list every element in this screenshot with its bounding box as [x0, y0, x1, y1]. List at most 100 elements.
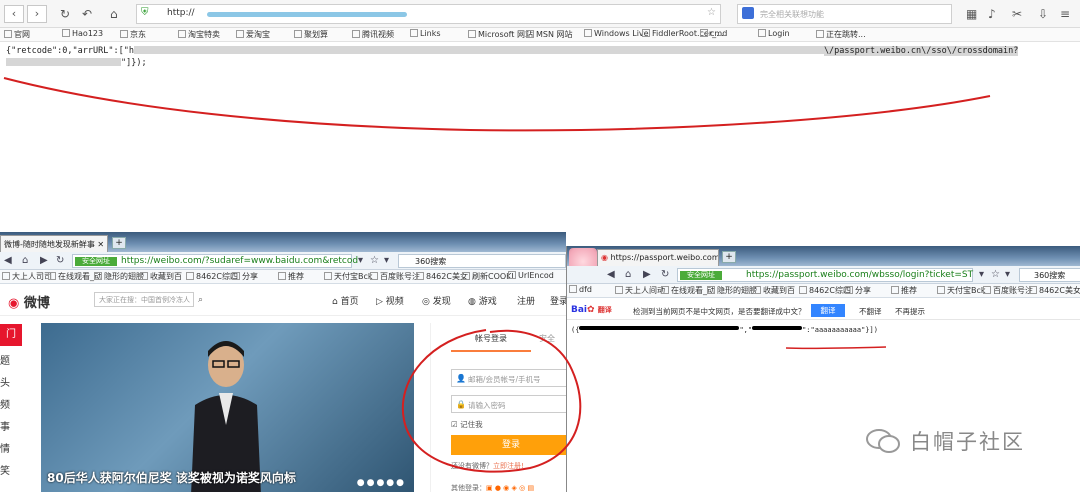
- bookmark-item[interactable]: MSN 网站: [526, 29, 573, 40]
- tab-secure-login[interactable]: 安全: [539, 333, 555, 344]
- nav-register[interactable]: 注册: [517, 294, 535, 307]
- bookmark-item[interactable]: cmd: [700, 29, 727, 38]
- carousel-dots[interactable]: ●●●●●: [357, 478, 406, 488]
- grid-icon[interactable]: ▦: [966, 6, 977, 22]
- address-bar[interactable]: ⛨ http:// ☆: [136, 4, 721, 24]
- bookmark-item[interactable]: 聚划算: [294, 29, 328, 40]
- nav-games[interactable]: ◍ 游戏: [468, 294, 497, 307]
- bookmark-item[interactable]: 京东: [120, 29, 146, 40]
- weibo-feature-photo[interactable]: 80后华人获阿尔伯尼奖 该奖被视为诺奖风向标 ●●●●●: [41, 323, 414, 492]
- bookmark-item[interactable]: 8462C美女: [1029, 285, 1080, 296]
- passport-address-bar[interactable]: 安全网址 https://passport.weibo.com/wbsso/lo…: [677, 268, 973, 282]
- password-field[interactable]: 🔒 请输入密码: [451, 395, 566, 413]
- forward-icon[interactable]: ▶: [40, 255, 48, 266]
- bookmark-item[interactable]: dfd: [569, 285, 592, 294]
- bookmark-item[interactable]: 腾讯视频: [352, 29, 394, 40]
- bookmark-item[interactable]: 收藏到百: [753, 285, 795, 296]
- forward-button[interactable]: ›: [27, 5, 47, 23]
- remember-me-checkbox[interactable]: ☑ 记住我: [451, 419, 483, 430]
- bookmark-item[interactable]: Hao123: [62, 29, 103, 38]
- side-item[interactable]: 题: [0, 352, 10, 367]
- undo-icon[interactable]: ↶: [82, 6, 92, 22]
- star-icon[interactable]: ☆: [707, 7, 716, 18]
- bookmark-item[interactable]: UrlEncod: [508, 271, 554, 280]
- nav-discover[interactable]: ◎ 发现: [422, 294, 451, 307]
- speaker-icon[interactable]: ♪: [988, 6, 996, 22]
- side-item[interactable]: 头: [0, 374, 10, 389]
- bookmark-item[interactable]: 隐形的翅膀: [707, 285, 757, 296]
- side-item[interactable]: 事: [0, 418, 10, 433]
- weibo-address-bar[interactable]: 安全网址 https://weibo.com/?sudaref=www.baid…: [72, 254, 358, 268]
- dropdown-icon[interactable]: ▾: [979, 269, 984, 280]
- back-button[interactable]: ‹: [4, 5, 24, 23]
- bookmark-item[interactable]: 推荐: [891, 285, 917, 296]
- bookmark-item[interactable]: 天付宝Bck: [937, 285, 986, 296]
- home-icon[interactable]: ⌂: [22, 255, 28, 266]
- search-icon[interactable]: ⌕: [198, 295, 203, 305]
- side-item[interactable]: 频: [0, 396, 10, 411]
- dropdown-icon[interactable]: ▾: [358, 255, 363, 266]
- weibo-search-engine[interactable]: 360搜索: [398, 254, 566, 268]
- bookmark-item[interactable]: 天上人间动: [615, 285, 665, 296]
- home-icon[interactable]: ⌂: [625, 269, 631, 280]
- weibo-site-search[interactable]: 大家正在搜：中国首例冷冻人: [94, 292, 194, 307]
- weibo-logo[interactable]: ◉ 微博: [8, 292, 50, 311]
- nav-home[interactable]: ⌂ 首页: [332, 294, 359, 307]
- translate-message: 检测到当前网页不是中文网页，是否要翻译成中文？: [633, 307, 806, 316]
- bookmark-item[interactable]: 天付宝Bck: [324, 271, 373, 282]
- download-icon[interactable]: ⇩: [1038, 6, 1048, 22]
- side-item-selected[interactable]: 门: [0, 324, 22, 346]
- side-item[interactable]: 笑: [0, 462, 10, 477]
- bookmark-item[interactable]: 百度账号注: [370, 271, 420, 282]
- home-icon[interactable]: ⌂: [110, 6, 118, 22]
- passport-search-engine[interactable]: 360搜索: [1019, 268, 1080, 282]
- bookmark-item[interactable]: 8462C综四: [799, 285, 851, 296]
- new-tab-button[interactable]: +: [722, 251, 736, 263]
- dropdown-icon-2[interactable]: ▾: [384, 255, 389, 266]
- bookmark-item[interactable]: 推荐: [278, 271, 304, 282]
- star-icon[interactable]: ☆: [991, 269, 1000, 280]
- new-tab-button[interactable]: +: [112, 237, 126, 249]
- bookmark-item[interactable]: Windows Live: [584, 29, 649, 38]
- back-icon[interactable]: ◀: [607, 269, 615, 280]
- side-item[interactable]: 情: [0, 440, 10, 455]
- bookmark-item[interactable]: 大上人司司: [2, 271, 52, 282]
- back-icon[interactable]: ◀: [4, 255, 12, 266]
- refresh-icon[interactable]: ↻: [661, 269, 669, 280]
- bookmark-item[interactable]: 分享: [845, 285, 871, 296]
- bookmark-item[interactable]: 官网: [4, 29, 30, 40]
- bookmark-item[interactable]: Microsoft 网站: [468, 29, 533, 40]
- signup-link[interactable]: 立即注册!: [493, 462, 524, 470]
- bookmark-item[interactable]: Links: [410, 29, 441, 38]
- search-bar[interactable]: 完全相关联想功能: [737, 4, 952, 24]
- login-button[interactable]: 登录: [451, 435, 566, 455]
- bookmark-item[interactable]: 百度账号注: [983, 285, 1033, 296]
- cut-icon[interactable]: ✂: [1012, 6, 1022, 22]
- refresh-icon[interactable]: ↻: [60, 6, 70, 22]
- bookmark-item[interactable]: 8462C美女: [416, 271, 468, 282]
- bookmark-item[interactable]: 分享: [232, 271, 258, 282]
- bookmark-item[interactable]: 8462C综四: [186, 271, 238, 282]
- nav-login[interactable]: 登录: [550, 294, 566, 307]
- username-field[interactable]: 👤 邮箱/会员帐号/手机号: [451, 369, 566, 387]
- bookmark-item[interactable]: Login: [758, 29, 790, 38]
- bookmark-item[interactable]: 收藏到百: [140, 271, 182, 282]
- social-icons[interactable]: ▣ ● ◉ ◈ ◎ ▤: [486, 484, 534, 492]
- passport-tab[interactable]: ◉ https://passport.weibo.com/ ✕: [597, 249, 719, 266]
- bookmark-item[interactable]: 隐形的翅膀: [94, 271, 144, 282]
- dropdown-icon-2[interactable]: ▾: [1005, 269, 1010, 280]
- tab-account-login[interactable]: 帐号登录: [451, 333, 531, 352]
- refresh-icon[interactable]: ↻: [56, 255, 64, 266]
- menu-icon[interactable]: ≡: [1060, 6, 1070, 22]
- weibo-tab[interactable]: 微博-随时随地发现新鲜事 ✕: [0, 235, 108, 252]
- bookmark-item[interactable]: 淘宝特卖: [178, 29, 220, 40]
- star-icon[interactable]: ☆: [370, 255, 379, 266]
- no-translate-button[interactable]: 不翻译: [859, 306, 882, 317]
- nav-video[interactable]: ▷ 视频: [376, 294, 404, 307]
- bookmark-item[interactable]: 正在跳转...: [816, 29, 866, 40]
- bookmark-item[interactable]: 爱淘宝: [236, 29, 270, 40]
- forward-icon[interactable]: ▶: [643, 269, 651, 280]
- translate-button[interactable]: 翻译: [811, 304, 845, 317]
- bookmark-item[interactable]: 刷新COOKI: [462, 271, 514, 282]
- never-prompt-button[interactable]: 不再提示: [895, 306, 925, 317]
